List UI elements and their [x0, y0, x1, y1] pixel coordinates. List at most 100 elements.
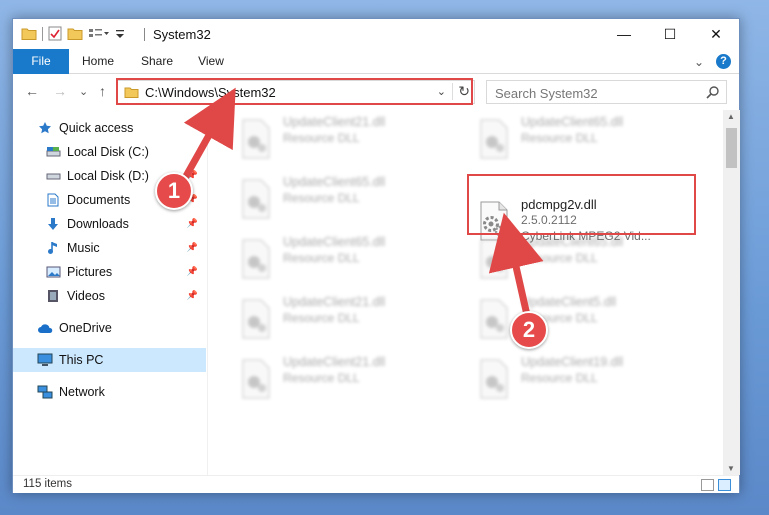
view-toggle	[701, 479, 731, 491]
sidebar-item-onedrive[interactable]: OneDrive	[13, 316, 206, 340]
ribbon-tabs: File Home Share View ⌄ ?	[13, 49, 739, 74]
pin-icon[interactable]: 📌	[187, 218, 198, 229]
window-title: System32	[153, 27, 211, 42]
sidebar-item-label: This PC	[59, 353, 104, 367]
dll-file-icon	[242, 119, 270, 159]
file-version: 2.5.0.2112	[521, 213, 577, 227]
file-name: pdcmpg2v.dll	[521, 197, 597, 212]
address-bar[interactable]: C:\Windows\System32 ⌄ ↻	[117, 80, 475, 104]
dll-file-icon	[480, 239, 508, 279]
sidebar-item-local-disk-c[interactable]: Local Disk (C:)	[13, 140, 206, 164]
explorer-window: System32 — ☐ ✕ File Home Share View ⌄ ? …	[12, 18, 740, 493]
file-name: UpdateClient21.dll	[283, 115, 386, 129]
tab-file[interactable]: File	[13, 49, 69, 74]
documents-icon	[45, 192, 61, 208]
sidebar-item-label: Network	[59, 385, 105, 399]
tab-view[interactable]: View	[193, 49, 229, 74]
file-name: UpdateClient21.dll	[283, 295, 386, 309]
list-item[interactable]: UpdateClient5.dll Resource DLL	[467, 292, 687, 344]
chevron-down-icon[interactable]: ⌄	[437, 85, 446, 98]
file-name: UpdateClient65.dll	[521, 235, 624, 249]
sidebar-item-label: Downloads	[67, 217, 129, 231]
sidebar-item-downloads[interactable]: Downloads 📌	[13, 212, 206, 236]
sidebar-item-label: Pictures	[67, 265, 113, 279]
search-box[interactable]: Search System32	[486, 80, 727, 104]
folder-icon	[124, 87, 139, 98]
sidebar-item-music[interactable]: Music 📌	[13, 236, 206, 260]
file-description: Resource DLL	[283, 311, 360, 325]
tiles-view-icon[interactable]	[718, 479, 731, 491]
properties-icon[interactable]	[48, 26, 62, 41]
sidebar-item-videos[interactable]: Videos 📌	[13, 284, 206, 308]
close-button[interactable]: ✕	[693, 19, 739, 49]
customize-icon[interactable]	[88, 27, 110, 41]
list-item[interactable]: UpdateClient21.dll Resource DLL	[229, 292, 449, 344]
sidebar-item-quick-access[interactable]: Quick access	[13, 116, 206, 140]
pin-icon[interactable]: 📌	[187, 242, 198, 253]
file-name: UpdateClient5.dll	[521, 295, 617, 309]
quick-access-toolbar	[21, 26, 125, 41]
tab-home[interactable]: Home	[77, 49, 119, 74]
pin-icon[interactable]: 📌	[187, 266, 198, 277]
item-count: 115 items	[23, 478, 73, 490]
recent-locations-button[interactable]: ⌄	[79, 85, 88, 98]
vertical-scrollbar[interactable]: ▲ ▼	[723, 110, 740, 475]
star-icon	[37, 120, 53, 136]
scroll-thumb[interactable]	[726, 128, 737, 168]
up-button[interactable]: ↑	[99, 83, 106, 99]
sidebar-item-label: Local Disk (C:)	[67, 145, 149, 159]
dll-file-icon	[242, 179, 270, 219]
details-view-icon[interactable]	[701, 479, 714, 491]
navigation-pane: Quick access Local Disk (C:) Local Disk …	[13, 110, 208, 475]
search-input[interactable]: Search System32	[495, 86, 598, 101]
list-item[interactable]: UpdateClient65.dll Resource DLL	[467, 232, 687, 284]
dll-file-icon	[480, 359, 508, 399]
file-list: UpdateClient21.dll Resource DLL UpdateCl…	[209, 110, 723, 475]
file-description: Resource DLL	[521, 371, 598, 385]
search-icon[interactable]	[706, 85, 720, 99]
list-item[interactable]: UpdateClient65.dll Resource DLL	[467, 112, 687, 164]
sidebar-item-label: Documents	[67, 193, 131, 207]
music-icon	[45, 240, 61, 256]
sidebar-item-this-pc[interactable]: This PC	[13, 348, 206, 372]
forward-button[interactable]: →	[53, 83, 67, 99]
file-name: UpdateClient21.dll	[283, 355, 386, 369]
sidebar-item-network[interactable]: Network	[13, 380, 206, 404]
file-description: Resource DLL	[283, 251, 360, 265]
title-separator	[144, 28, 145, 41]
ribbon-right-controls: ⌄ ?	[694, 54, 731, 69]
dropdown-icon[interactable]	[115, 27, 125, 41]
pin-icon[interactable]: 📌	[187, 290, 198, 301]
sidebar-item-label: Quick access	[59, 121, 134, 135]
dll-file-icon	[480, 299, 508, 339]
folder-icon[interactable]	[21, 27, 37, 41]
tab-share[interactable]: Share	[135, 49, 179, 74]
dll-file-icon	[242, 359, 270, 399]
address-path[interactable]: C:\Windows\System32	[145, 85, 276, 100]
file-description: Resource DLL	[521, 251, 598, 265]
list-item[interactable]: UpdateClient65.dll Resource DLL	[229, 232, 449, 284]
toolbar-separator	[42, 26, 43, 41]
list-item[interactable]: UpdateClient21.dll Resource DLL	[229, 352, 449, 404]
back-button[interactable]: ←	[25, 83, 39, 99]
expand-ribbon-icon[interactable]: ⌄	[694, 55, 704, 69]
file-name: UpdateClient19.dll	[521, 355, 624, 369]
new-folder-icon[interactable]	[67, 27, 83, 41]
window-controls: — ☐ ✕	[601, 19, 739, 49]
help-icon[interactable]: ?	[716, 54, 731, 69]
sidebar-item-label: OneDrive	[59, 321, 112, 335]
scroll-up-icon[interactable]: ▲	[727, 112, 735, 121]
sidebar-item-label: Videos	[67, 289, 105, 303]
minimize-button[interactable]: —	[601, 19, 647, 49]
list-item[interactable]: UpdateClient65.dll Resource DLL	[229, 172, 449, 224]
file-name: UpdateClient65.dll	[283, 175, 386, 189]
file-name: UpdateClient65.dll	[521, 115, 624, 129]
status-bar: 115 items	[13, 475, 739, 493]
list-item[interactable]: UpdateClient19.dll Resource DLL	[467, 352, 687, 404]
list-item[interactable]: UpdateClient21.dll Resource DLL	[229, 112, 449, 164]
maximize-button[interactable]: ☐	[647, 19, 693, 49]
scroll-down-icon[interactable]: ▼	[727, 464, 735, 473]
sidebar-item-pictures[interactable]: Pictures 📌	[13, 260, 206, 284]
file-description: Resource DLL	[283, 191, 360, 205]
refresh-button[interactable]: ↻	[452, 83, 470, 100]
